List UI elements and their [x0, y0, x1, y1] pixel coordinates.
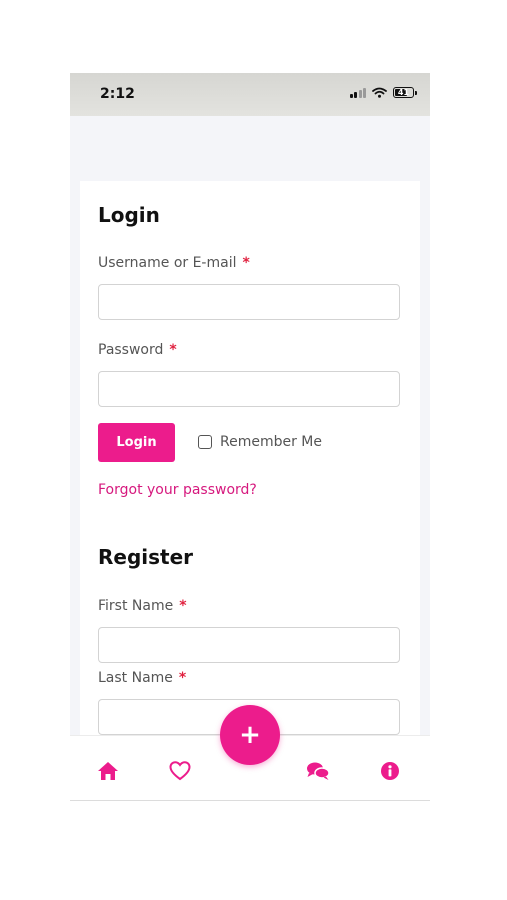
required-mark: * — [242, 255, 250, 271]
battery-icon: 41 — [393, 87, 417, 98]
username-label: Username or E-mail * — [98, 255, 250, 271]
status-icons: 41 — [349, 87, 417, 98]
info-icon[interactable] — [378, 760, 402, 782]
remember-me[interactable]: Remember Me — [198, 434, 322, 450]
username-input[interactable] — [98, 284, 400, 320]
add-button[interactable]: + — [220, 705, 280, 765]
home-icon[interactable] — [96, 760, 120, 782]
password-input[interactable] — [98, 371, 400, 407]
first-name-input[interactable] — [98, 627, 400, 663]
first-name-label: First Name * — [98, 598, 187, 614]
status-bar: 2:12 41 — [70, 73, 430, 116]
first-name-label-text: First Name — [98, 598, 174, 614]
forgot-password-link[interactable]: Forgot your password? — [98, 482, 257, 498]
register-heading: Register — [98, 545, 194, 569]
chat-icon[interactable] — [306, 760, 330, 782]
login-heading: Login — [98, 203, 160, 227]
password-label: Password * — [98, 342, 177, 358]
password-label-text: Password — [98, 342, 164, 358]
status-time: 2:12 — [100, 86, 135, 102]
last-name-label: Last Name * — [98, 670, 186, 686]
required-mark: * — [179, 598, 187, 614]
username-label-text: Username or E-mail — [98, 255, 237, 271]
battery-level: 41 — [397, 87, 410, 97]
heart-icon[interactable] — [168, 760, 192, 782]
remember-me-checkbox[interactable] — [198, 435, 212, 449]
required-mark: * — [178, 670, 187, 686]
auth-card: Login Username or E-mail * Password * Logi… — [80, 181, 420, 741]
phone-screen: 2:12 41 Login Username or E-mail * Passwo… — [70, 73, 430, 801]
signal-icon — [349, 87, 366, 98]
login-button[interactable]: Login — [98, 423, 175, 462]
required-mark: * — [169, 342, 177, 358]
last-name-label-text: Last Name — [98, 670, 173, 686]
remember-me-label: Remember Me — [220, 434, 322, 450]
wifi-icon — [372, 87, 387, 98]
